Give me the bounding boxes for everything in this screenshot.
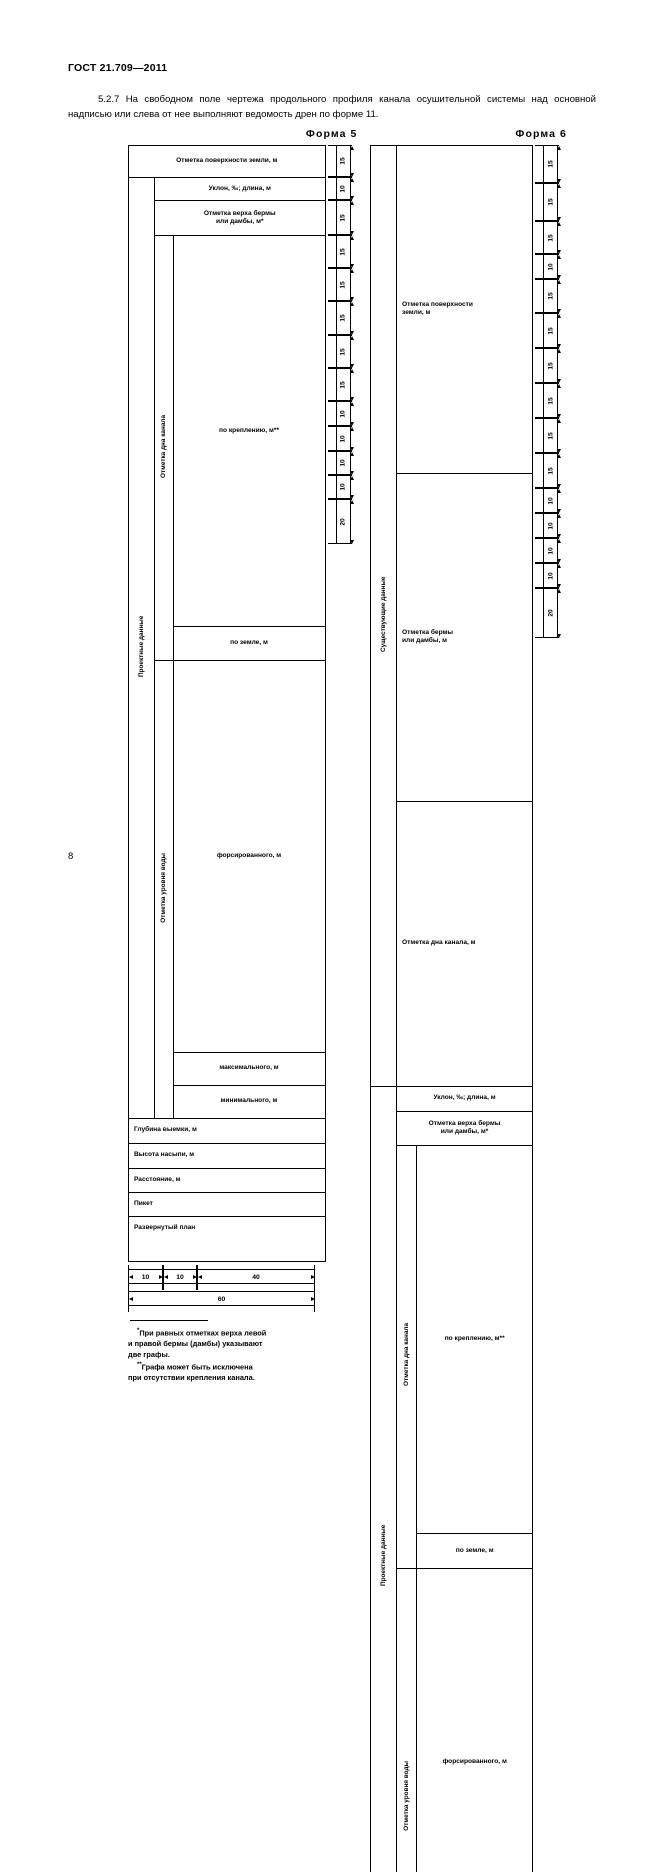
- form-6-caption: Форма 6: [370, 128, 567, 140]
- dimension-segment: 10: [336, 177, 351, 200]
- form-6-dimension-column: 15 15 15 10 15 15: [533, 145, 567, 638]
- group-label-project-data: Проектные данные: [129, 178, 155, 1119]
- dimension-segment: 15: [543, 453, 558, 488]
- subgroup-label-channel-bottom: Отметка дна канала: [397, 1145, 417, 1568]
- dimension-segment: 15: [336, 368, 351, 401]
- cell-distance: Расстояние, м: [129, 1168, 326, 1192]
- form-5-caption: Форма 5: [128, 128, 360, 140]
- cell-by-lining: по креплению, м**: [173, 236, 325, 627]
- hdim-segment: 40: [197, 1269, 315, 1284]
- dimension-segment: 15: [543, 279, 558, 313]
- cell-forced-level: форсированного, м: [417, 1568, 533, 1872]
- table-row: Глубина выемки, м: [129, 1118, 326, 1143]
- form-5-table-wrap: Отметка поверхности земли, м Проектные д…: [128, 145, 360, 1262]
- dimension-segment: 10: [336, 475, 351, 499]
- table-row: Отметка дна канала по креплению, м**: [129, 236, 326, 627]
- table-row: Проектные данные Уклон, ‰; длина, м: [129, 178, 326, 201]
- table-row: Отметка уровня воды форсированного, м: [129, 660, 326, 1052]
- cell-excavation-depth: Глубина выемки, м: [129, 1118, 326, 1143]
- cell-by-ground: по земле, м: [173, 627, 325, 661]
- table-row: Существующие данные Отметка поверхности …: [371, 146, 533, 474]
- dimension-segment: 10: [336, 451, 351, 475]
- hdim-row-total: 60: [128, 1291, 360, 1306]
- dimension-segment: 15: [543, 145, 558, 183]
- table-row: Отметка поверхности земли, м: [129, 146, 326, 178]
- dimension-segment: 15: [336, 235, 351, 268]
- form-5-table: Отметка поверхности земли, м Проектные д…: [128, 145, 326, 1262]
- cell-channel-bottom-elevation: Отметка дна канала, м: [397, 801, 533, 1086]
- group-label-project-data: Проектные данные: [371, 1086, 397, 1872]
- dimension-segment: 15: [543, 183, 558, 221]
- footnote-1-cont: и правой бермы (дамбы) указывают: [128, 1338, 360, 1349]
- table-row: Высота насыпи, м: [129, 1143, 326, 1168]
- dimension-segment: 10: [543, 563, 558, 588]
- cell-maximum-level: максимального, м: [173, 1052, 325, 1085]
- hdim-segment: 10: [128, 1269, 163, 1284]
- cell-forced-level: форсированного, м: [173, 660, 325, 1052]
- footnote-2: **Графа может быть исключена: [128, 1360, 360, 1372]
- hdim-segment: 10: [163, 1269, 197, 1284]
- dimension-segment: 15: [543, 348, 558, 383]
- form-5-dimension-column: 15 10 15 15 15 15: [326, 145, 360, 544]
- hdim-row-segments: 10 10 40: [128, 1269, 360, 1284]
- table-row: Пикет: [129, 1192, 326, 1216]
- standard-header: ГОСТ 21.709—2011: [68, 62, 167, 74]
- form-5-footnotes: *При равных отметках верха левой и право…: [128, 1320, 360, 1384]
- dimension-segment: 10: [543, 254, 558, 279]
- cell-berm-top-elevation: Отметка верха бермы или дамбы, м*: [397, 1111, 533, 1145]
- cell-berm-elevation: Отметка бермы или дамбы, м: [397, 473, 533, 801]
- dimension-segment: 20: [543, 588, 558, 638]
- dimension-segment: 10: [543, 488, 558, 513]
- table-row: Отметка верха бермы или дамбы, м*: [129, 201, 326, 236]
- dimension-segment: 15: [543, 221, 558, 254]
- cell-station: Пикет: [129, 1192, 326, 1216]
- cell-berm-top-elevation: Отметка верха бермы или дамбы, м*: [155, 201, 326, 236]
- form-6-table-wrap: Существующие данные Отметка поверхности …: [370, 145, 567, 1872]
- cell-developed-plan: Развернутый план: [129, 1216, 326, 1261]
- cell-minimum-level: минимального, м: [173, 1085, 325, 1118]
- dimension-segment: 15: [336, 145, 351, 177]
- form-5-block: Форма 5 Отметка поверхности земли, м Про…: [128, 128, 360, 1383]
- dimension-segment: 15: [543, 313, 558, 348]
- footnote-1-cont2: две графы.: [128, 1349, 360, 1360]
- cell-surface-elevation: Отметка поверхности земли, м: [129, 146, 326, 178]
- footnote-rule: [130, 1320, 208, 1321]
- dimension-segment: 15: [543, 418, 558, 453]
- cell-slope-length: Уклон, ‰; длина, м: [155, 178, 326, 201]
- subgroup-label-water-level: Отметка уровня воды: [155, 660, 174, 1118]
- form-6-block: Форма 6 Существующие данные Отметка пове…: [370, 128, 567, 1872]
- form-6-table: Существующие данные Отметка поверхности …: [370, 145, 533, 1872]
- dimension-segment: 15: [336, 335, 351, 368]
- table-row: Проектные данные Уклон, ‰; длина, м: [371, 1086, 533, 1111]
- cell-surface-elevation: Отметка поверхности земли, м: [397, 146, 533, 474]
- footnote-2-cont: при отсутствии крепления канала.: [128, 1372, 360, 1383]
- table-row: Развернутый план: [129, 1216, 326, 1261]
- dimension-segment: 15: [336, 268, 351, 301]
- subgroup-label-water-level: Отметка уровня воды: [397, 1568, 417, 1872]
- cell-embankment-height: Высота насыпи, м: [129, 1143, 326, 1168]
- footnote-1: *При равных отметках верха левой: [128, 1326, 360, 1338]
- body-paragraph: 5.2.7 На свободном поле чертежа продольн…: [68, 92, 596, 122]
- page-number: 8: [68, 851, 73, 862]
- hdim-total: 60: [128, 1291, 315, 1306]
- dimension-segment: 20: [336, 499, 351, 544]
- dimension-segment: 10: [543, 513, 558, 538]
- dimension-segment: 10: [336, 426, 351, 451]
- subgroup-label-channel-bottom: Отметка дна канала: [155, 236, 174, 661]
- cell-by-ground: по земле, м: [417, 1533, 533, 1568]
- form-5-horizontal-dimensions: 10 10 40 60: [128, 1269, 360, 1306]
- dimension-segment: 10: [336, 401, 351, 426]
- cell-by-lining: по креплению, м**: [417, 1145, 533, 1533]
- dimension-segment: 15: [336, 301, 351, 335]
- dimension-segment: 15: [543, 383, 558, 418]
- dimension-segment: 15: [336, 200, 351, 235]
- dimension-segment: 10: [543, 538, 558, 563]
- group-label-existing-data: Существующие данные: [371, 146, 397, 1087]
- table-row: Расстояние, м: [129, 1168, 326, 1192]
- cell-slope-length: Уклон, ‰; длина, м: [397, 1086, 533, 1111]
